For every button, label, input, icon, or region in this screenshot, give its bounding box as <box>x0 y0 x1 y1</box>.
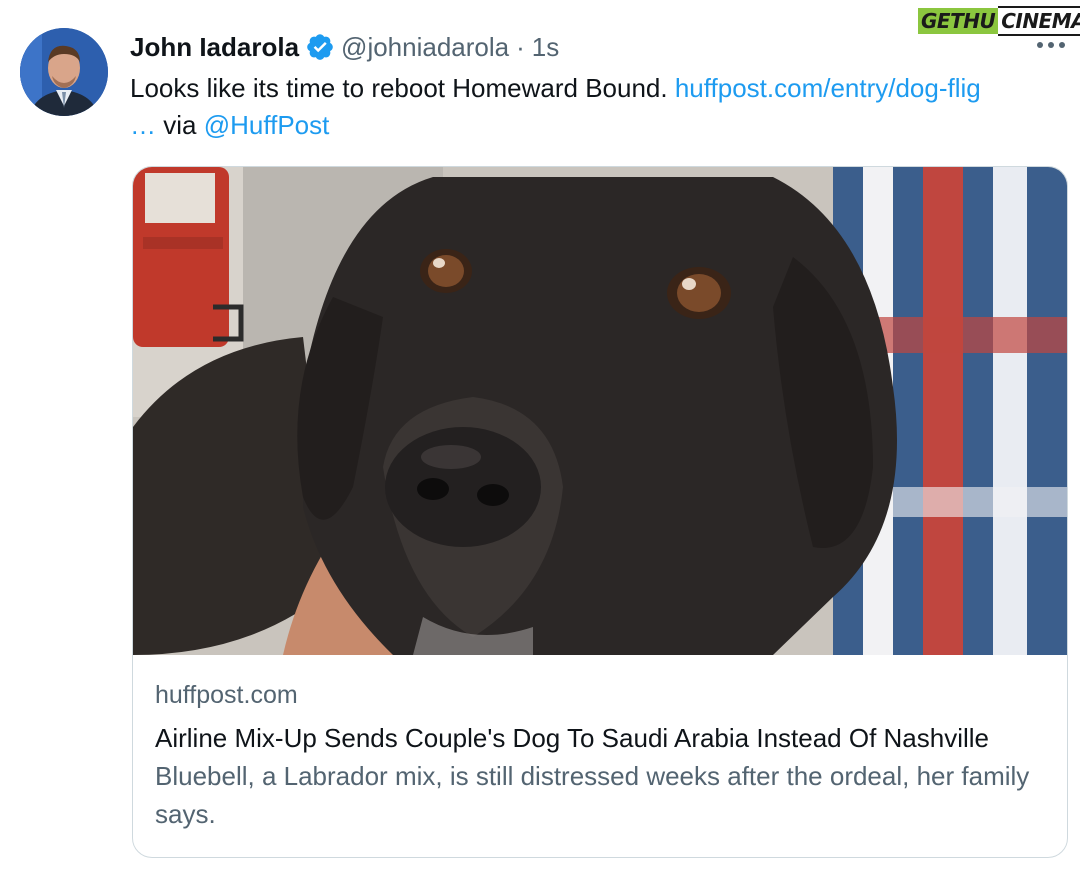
tweet-text-main: Looks like its time to reboot Homeward B… <box>130 73 668 103</box>
more-options-icon[interactable] <box>1036 40 1066 50</box>
avatar-photo <box>20 28 108 116</box>
tweet-header: John Iadarola @johniadarola · 1s <box>130 30 559 64</box>
watermark-part2: CINEMA <box>998 6 1080 36</box>
tweet-text-via: via <box>163 110 197 140</box>
link-preview-card[interactable]: huffpost.com Airline Mix-Up Sends Couple… <box>132 166 1068 858</box>
card-domain: huffpost.com <box>155 681 298 709</box>
tweet-timestamp[interactable]: 1s <box>532 32 559 63</box>
link-ellipsis[interactable]: … <box>130 110 156 140</box>
card-title[interactable]: Airline Mix-Up Sends Couple's Dog To Sau… <box>155 719 1055 757</box>
tweet-url-link[interactable]: huffpost.com/entry/dog-flig <box>675 73 981 103</box>
separator-dot: · <box>516 31 525 62</box>
mention-link[interactable]: @HuffPost <box>204 110 330 140</box>
watermark-logo: GETHU CINEMA <box>918 6 1080 36</box>
author-handle[interactable]: @johniadarola <box>341 32 509 63</box>
avatar[interactable] <box>20 28 108 116</box>
author-display-name[interactable]: John Iadarola <box>130 32 299 63</box>
tweet-text: Looks like its time to reboot Homeward B… <box>130 70 1070 144</box>
verified-badge-icon <box>307 34 333 60</box>
card-description: Bluebell, a Labrador mix, is still distr… <box>155 761 1030 829</box>
card-body: huffpost.com Airline Mix-Up Sends Couple… <box>155 677 1055 833</box>
watermark-part1: GETHU <box>918 8 999 34</box>
card-image-dog[interactable] <box>133 167 1067 655</box>
